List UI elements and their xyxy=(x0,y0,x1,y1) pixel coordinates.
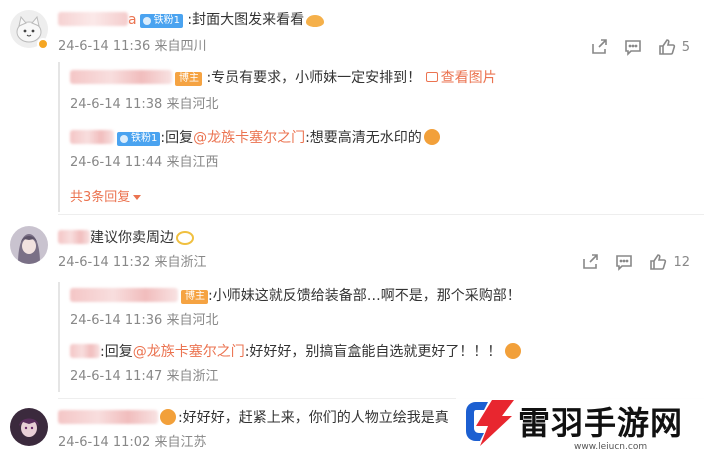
share-icon xyxy=(583,254,599,269)
comment-icon xyxy=(616,255,633,271)
caret-down-icon xyxy=(133,195,142,200)
like-icon xyxy=(650,254,667,270)
username-blurred[interactable] xyxy=(70,70,172,84)
username-blurred[interactable] xyxy=(70,130,114,144)
emoji-icon xyxy=(176,231,194,245)
comment-text: :好好好，赶紧上来，你们的人物立绘我是真 xyxy=(178,410,449,426)
watermark-title: 雷羽手游网 xyxy=(518,404,684,442)
like-button[interactable]: 12 xyxy=(649,253,690,271)
anime-avatar-icon xyxy=(10,226,48,264)
share-button[interactable] xyxy=(581,253,599,271)
watermark-url: www.leiucn.com xyxy=(574,442,648,452)
emoji-icon xyxy=(423,129,440,145)
comment-meta: 24-6-14 11:32 来自浙江 xyxy=(58,255,207,270)
reply-text: :好好好，别搞盲盒能自选就更好了！！！ xyxy=(244,344,502,360)
reply-line: 铁粉1:回复@龙族卡塞尔之门:想要高清无水印的 xyxy=(70,128,440,148)
reply-prefix: :回复 xyxy=(160,130,194,146)
username-blurred[interactable] xyxy=(70,288,178,302)
mention-link[interactable]: @龙族卡塞尔之门 xyxy=(133,344,245,360)
fan-badge[interactable]: 铁粉1 xyxy=(139,14,183,28)
comment-item: a 铁粉1 :封面大图发来看看 24-6-14 11:36 来自四川 5 博主 :… xyxy=(0,0,704,212)
username-blurred[interactable] xyxy=(58,230,90,244)
site-watermark: 雷羽手游网 www.leiucn.com xyxy=(456,392,704,460)
fan-badge[interactable]: 铁粉1 xyxy=(117,132,161,146)
view-image-link[interactable]: 查看图片 xyxy=(425,70,497,86)
blogger-badge[interactable]: 博主 xyxy=(175,72,202,86)
reply-prefix: :回复 xyxy=(100,344,133,360)
share-icon xyxy=(591,39,607,54)
verified-badge-icon xyxy=(37,38,49,50)
emoji-icon xyxy=(505,343,522,359)
emoji-icon xyxy=(306,15,325,27)
mention-link[interactable]: @龙族卡塞尔之门 xyxy=(193,130,305,146)
lightning-logo-icon xyxy=(466,400,514,446)
comment-line: 建议你卖周边 xyxy=(58,228,194,248)
username-blurred[interactable] xyxy=(58,410,158,424)
divider xyxy=(58,214,704,215)
comment-button[interactable] xyxy=(624,38,642,56)
username-blurred[interactable] xyxy=(70,344,100,358)
more-replies-link[interactable]: 共3条回复 xyxy=(70,186,142,205)
reply-line: 博主:小师妹这就反馈给装备部…啊不是，那个采购部！ xyxy=(70,286,521,306)
comment-meta: 24-6-14 11:02 来自江苏 xyxy=(58,435,207,450)
reply-meta: 24-6-14 11:44 来自江西 xyxy=(70,155,219,170)
username-tail[interactable]: a xyxy=(128,12,137,28)
comment-actions: 12 xyxy=(581,253,690,271)
comment-text: :封面大图发来看看 xyxy=(187,12,305,28)
avatar[interactable] xyxy=(10,408,48,446)
username-blurred[interactable] xyxy=(58,12,128,26)
reply-meta: 24-6-14 11:47 来自浙江 xyxy=(70,369,219,384)
image-icon xyxy=(425,72,438,82)
like-count: 12 xyxy=(673,254,690,270)
reply-meta: 24-6-14 11:38 来自河北 xyxy=(70,97,219,112)
like-button[interactable]: 5 xyxy=(658,38,690,56)
emoji-icon xyxy=(160,409,176,425)
reply-text: :专员有要求，小师妹一定安排到！ xyxy=(206,70,422,86)
comment-button[interactable] xyxy=(615,253,633,271)
comment-actions: 5 xyxy=(590,38,690,56)
comment-line: :好好好，赶紧上来，你们的人物立绘我是真 xyxy=(58,408,449,428)
reply-list: 博主:小师妹这就反馈给装备部…啊不是，那个采购部！ 24-6-14 11:36 … xyxy=(58,282,688,392)
reply-list: 博主 :专员有要求，小师妹一定安排到！ 查看图片 24-6-14 11:38 来… xyxy=(58,62,688,212)
reply-text: :想要高清无水印的 xyxy=(305,130,422,146)
comment-icon xyxy=(624,40,641,56)
reply-meta: 24-6-14 11:36 来自河北 xyxy=(70,313,219,328)
comment-text: 建议你卖周边 xyxy=(90,230,174,246)
comment-item: 建议你卖周边 24-6-14 11:32 来自浙江 12 博主:小师妹这就反馈给… xyxy=(0,218,704,398)
reply-line: 博主 :专员有要求，小师妹一定安排到！ 查看图片 xyxy=(70,68,497,88)
like-count: 5 xyxy=(681,39,690,55)
reply-text: :小师妹这就反馈给装备部…啊不是，那个采购部！ xyxy=(208,288,521,304)
avatar[interactable] xyxy=(10,226,48,264)
share-button[interactable] xyxy=(590,38,608,56)
dark-avatar-icon xyxy=(10,408,48,446)
comment-line: a 铁粉1 :封面大图发来看看 xyxy=(58,10,325,30)
blogger-badge[interactable]: 博主 xyxy=(181,290,208,304)
comment-meta: 24-6-14 11:36 来自四川 xyxy=(58,39,207,54)
like-icon xyxy=(658,39,675,55)
reply-line: :回复@龙族卡塞尔之门:好好好，别搞盲盒能自选就更好了！！！ xyxy=(70,342,522,362)
